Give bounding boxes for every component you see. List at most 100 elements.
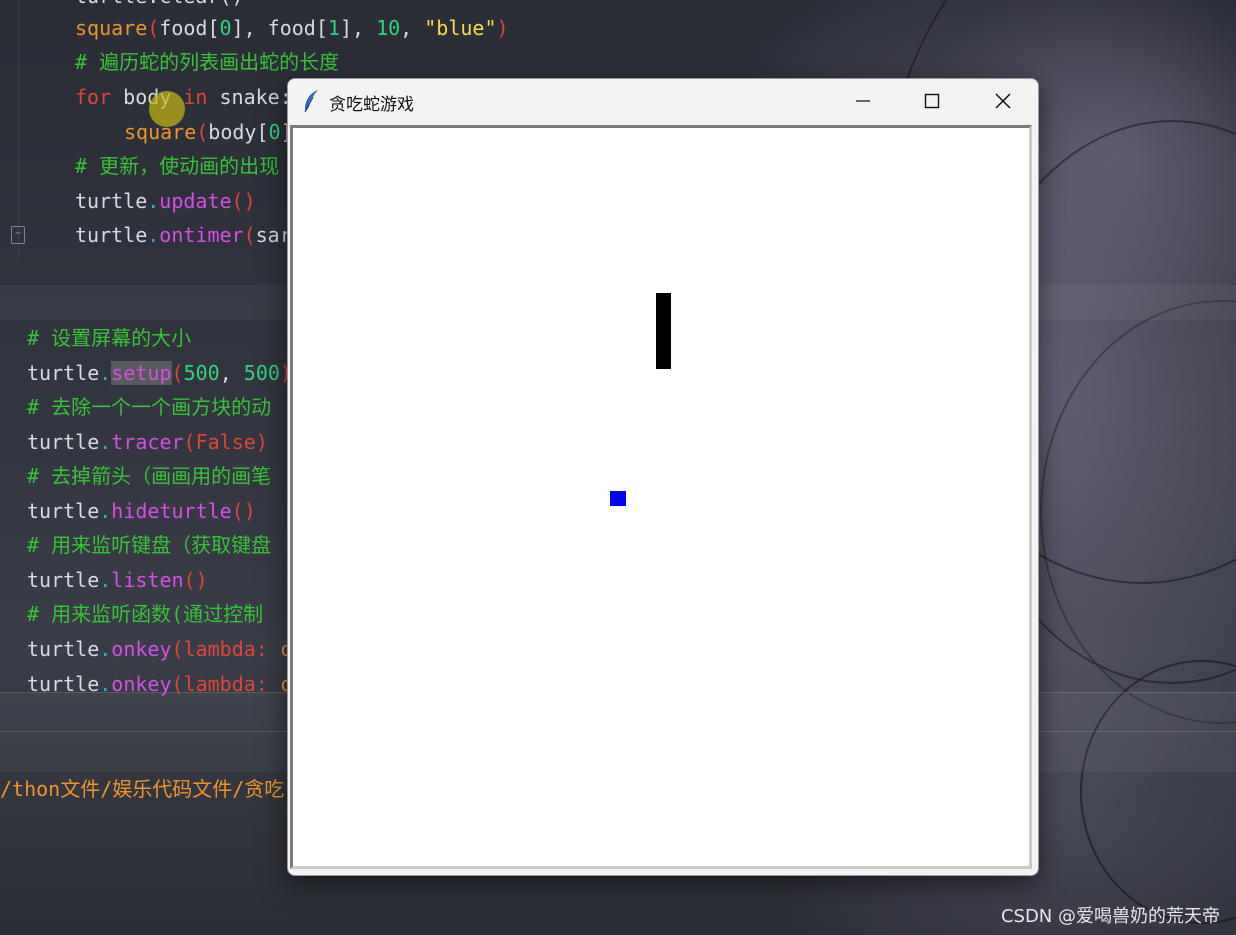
canvas-frame [290,125,1032,869]
code-token: listen [111,568,184,592]
code-token: ) [255,430,268,454]
maximize-icon [924,93,940,109]
run-output-path: /thon文件/娱乐代码文件/贪吃 [0,777,285,801]
code-token: turtle [27,637,100,661]
code-token: hideturtle [111,499,232,523]
code-token: lambda: [183,637,280,661]
code-token: turtle [75,223,148,247]
code-token: setup [111,361,172,385]
code-token: ( [171,361,184,385]
snake-segment [656,339,672,355]
code-line[interactable]: # 用来监听函数(通过控制 [27,601,263,627]
code-token: . [99,568,112,592]
minimize-icon [856,100,870,102]
code-token: . [147,189,160,213]
watermark: CSDN @爱喝兽奶的荒天帝 [1000,906,1220,927]
code-token: ], [339,16,377,40]
code-token: in [183,85,208,109]
code-token: onkey [111,672,172,696]
code-line[interactable]: turtle.listen() [27,567,208,593]
code-token: ( [183,430,196,454]
code-line[interactable]: # 更新，使动画的出现 [75,153,279,179]
code-token: snake: [207,85,292,109]
code-token: ( [243,223,256,247]
code-token: turtle [27,499,100,523]
code-token: # 遍历蛇的列表画出蛇的长度 [75,50,340,74]
code-token: ( [171,637,184,661]
code-line[interactable]: turtle.onkey(lambda: c [27,671,292,697]
code-line[interactable]: turtle.tracer(False) [27,429,268,455]
code-token: 1 [327,16,340,40]
code-line[interactable]: # 去除一个一个画方块的动 [27,394,271,420]
code-token: # 去掉箭头（画画用的画笔 [27,464,272,488]
code-token: . [147,223,160,247]
snake-segment [656,323,672,339]
code-line[interactable]: # 遍历蛇的列表画出蛇的长度 [75,49,339,75]
code-line[interactable]: turtle.ontimer(sar [75,222,292,248]
code-token: . [99,361,112,385]
code-token: False [195,430,256,454]
code-token: 500 [243,361,280,385]
food-square [610,491,626,507]
maximize-button[interactable] [897,79,967,123]
snake-segment [656,308,672,324]
code-token: # 去除一个一个画方块的动 [27,395,272,419]
code-token: food[ [159,16,220,40]
code-line[interactable]: # 去掉箭头（画画用的画笔 [27,463,271,489]
code-line[interactable]: turtle.update() [75,188,256,214]
code-token: ontimer [159,223,244,247]
code-token: , [400,16,425,40]
code-token: ], food[ [231,16,328,40]
mouse-cursor-indicator [149,91,185,127]
code-token: . [99,430,112,454]
code-token: # 用来监听函数(通过控制 [27,602,264,626]
snake-segment [656,354,672,370]
code-token: 10 [376,16,401,40]
code-token: turtle [27,672,100,696]
code-token: tracer [111,430,184,454]
minimize-button[interactable] [828,79,898,123]
code-line[interactable]: square(body[0] [124,119,293,145]
code-token: "blue" [424,16,497,40]
code-token: # 用来监听键盘（获取键盘 [27,533,272,557]
title-bar[interactable]: 贪吃蛇游戏 [288,79,1038,123]
code-line[interactable]: turtle.hideturtle() [27,498,256,524]
code-token: turtle [27,568,100,592]
game-canvas[interactable] [296,131,1029,866]
code-line[interactable]: # 用来监听键盘（获取键盘 [27,532,271,558]
fold-icon[interactable]: − [11,226,25,244]
code-token: turtle [27,361,100,385]
code-token: ) [496,16,509,40]
code-token: turtle.clear() [75,0,244,8]
close-icon [995,93,1011,109]
code-line[interactable]: square(food[0], food[1], 10, "blue") [75,15,509,41]
code-token: # 设置屏幕的大小 [27,326,192,350]
code-token: # 更新，使动画的出现 [75,154,280,178]
code-line[interactable]: # 设置屏幕的大小 [27,325,191,351]
code-token: body[ [208,120,269,144]
code-token: . [99,672,112,696]
close-button[interactable] [968,79,1038,123]
code-token: square [75,16,148,40]
code-line[interactable]: turtle.clear() [75,0,244,9]
code-token: update [159,189,232,213]
code-token: , [219,361,244,385]
code-token: 0 [268,120,281,144]
code-line[interactable]: turtle.setup(500, 500) [27,360,292,386]
code-token: 0 [219,16,232,40]
code-token: ( [171,672,184,696]
code-token: lambda: [183,672,280,696]
indent-guide [18,0,19,260]
code-token: . [99,637,112,661]
code-token: turtle [75,189,148,213]
turtle-game-window[interactable]: 贪吃蛇游戏 [287,78,1039,876]
code-token: . [99,499,112,523]
feather-icon [302,89,322,113]
code-line[interactable]: turtle.onkey(lambda: c [27,636,292,662]
code-token: 500 [183,361,220,385]
code-token: () [183,568,208,592]
code-token: ( [147,16,160,40]
code-token: for [75,85,112,109]
window-title: 贪吃蛇游戏 [329,95,414,115]
code-token: ( [196,120,209,144]
